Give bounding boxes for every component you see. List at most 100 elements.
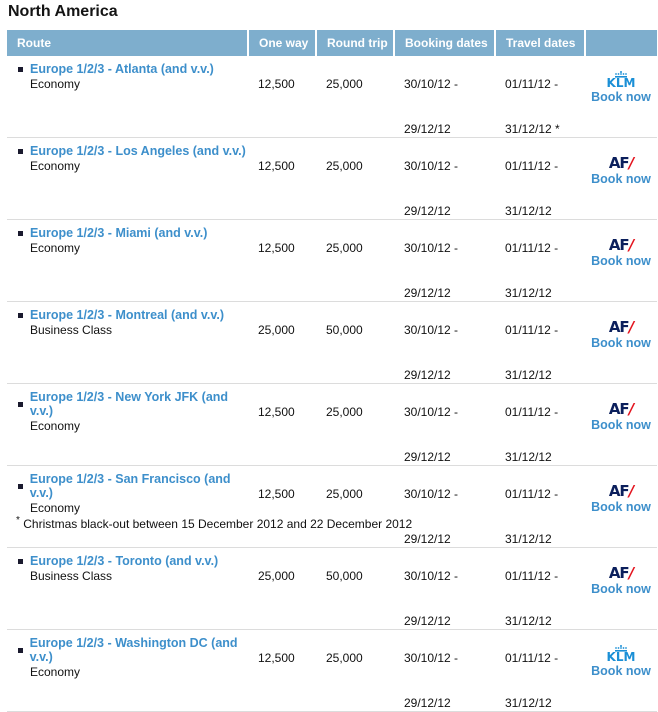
air-france-logo-icon: AF/: [585, 149, 657, 171]
booking-to: 29/12/12: [404, 122, 451, 136]
route-cell: Europe 1/2/3 - Montreal (and v.v.) Busin…: [7, 301, 248, 384]
route-cell: Europe 1/2/3 - Atlanta (and v.v.) Econom…: [7, 56, 248, 138]
booking-to: 29/12/12: [404, 368, 451, 382]
book-now-link[interactable]: Book now: [585, 500, 657, 514]
one-way-cell: 12,500: [248, 219, 316, 302]
header-round-trip: Round trip: [316, 30, 395, 56]
bullet-icon: [18, 483, 23, 489]
booking-to: 29/12/12: [404, 614, 451, 628]
book-cell: KLM Book now: [585, 56, 657, 138]
bullet-icon: [18, 558, 23, 564]
booking-from: 30/10/12 -: [404, 487, 459, 501]
air-france-logo-icon: AF/: [585, 313, 657, 335]
bullet-icon: [18, 647, 23, 653]
bullet-icon: [18, 148, 23, 154]
route-name: Europe 1/2/3 - Montreal (and v.v.): [30, 308, 225, 322]
header-route: Route: [7, 30, 249, 56]
book-now-link[interactable]: Book now: [585, 336, 657, 350]
route-link[interactable]: Europe 1/2/3 - Montreal (and v.v.): [15, 308, 248, 322]
book-now-link[interactable]: Book now: [585, 254, 657, 268]
travel-to: 31/12/12: [505, 696, 552, 710]
cabin-class: Business Class: [30, 569, 113, 583]
one-way-cell: 25,000: [248, 301, 316, 384]
table-row: Europe 1/2/3 - Miami (and v.v.) Economy …: [7, 219, 657, 302]
one-way-miles: 12,500: [258, 651, 295, 665]
klm-logo-text: KLM: [606, 650, 636, 664]
af-logo-slash: /: [628, 236, 635, 254]
route-cell: Europe 1/2/3 - New York JFK (and v.v.) E…: [7, 383, 248, 466]
route-link[interactable]: Europe 1/2/3 - Miami (and v.v.): [15, 226, 248, 240]
book-cell: AF/ Book now: [585, 383, 657, 466]
booking-dates-cell: 30/10/12 - 29/12/12: [394, 56, 495, 138]
page-title: North America: [8, 3, 118, 20]
travel-dates-cell: 01/11/12 - 31/12/12: [495, 629, 585, 712]
book-cell: AF/ Book now: [585, 137, 657, 220]
one-way-miles: 12,500: [258, 405, 295, 419]
bullet-icon: [18, 401, 23, 407]
route-cell: Europe 1/2/3 - Toronto (and v.v.) Busine…: [7, 547, 248, 630]
cabin-class: Economy: [30, 501, 81, 515]
air-france-logo-icon: AF/: [585, 231, 657, 253]
bullet-icon: [18, 66, 23, 72]
one-way-cell: 25,000: [248, 547, 316, 630]
route-link[interactable]: Europe 1/2/3 - San Francisco (and v.v.): [15, 472, 248, 500]
one-way-miles: 25,000: [258, 569, 295, 583]
booking-dates-cell: 30/10/12 - 29/12/12: [394, 629, 495, 712]
cabin-class: Economy: [30, 419, 81, 433]
route-name: Europe 1/2/3 - Miami (and v.v.): [30, 226, 208, 240]
route-link[interactable]: Europe 1/2/3 - Atlanta (and v.v.): [15, 62, 248, 76]
travel-to: 31/12/12: [505, 450, 552, 464]
round-trip-miles: 25,000: [326, 77, 363, 91]
af-logo-text: AF: [608, 564, 630, 582]
header-one-way: One way: [248, 30, 317, 56]
book-cell: AF/ Book now: [585, 465, 657, 548]
route-link[interactable]: Europe 1/2/3 - Washington DC (and v.v.): [15, 636, 248, 664]
travel-dates-cell: 01/11/12 - 31/12/12: [495, 301, 585, 384]
cabin-class: Economy: [30, 77, 81, 91]
booking-to: 29/12/12: [404, 450, 451, 464]
route-link[interactable]: Europe 1/2/3 - New York JFK (and v.v.): [15, 390, 248, 418]
round-trip-miles: 50,000: [326, 323, 363, 337]
route-name: Europe 1/2/3 - Los Angeles (and v.v.): [30, 144, 246, 158]
booking-dates-cell: 30/10/12 - 29/12/12: [394, 547, 495, 630]
footnote-marker: *: [16, 515, 20, 526]
travel-from: 01/11/12 -: [505, 405, 559, 419]
travel-from: 01/11/12 -: [505, 159, 559, 173]
book-now-link[interactable]: Book now: [585, 418, 657, 432]
header-travel-dates: Travel dates: [495, 30, 586, 56]
book-now-link[interactable]: Book now: [585, 664, 657, 678]
round-trip-miles: 25,000: [326, 651, 363, 665]
air-france-logo-icon: AF/: [585, 395, 657, 417]
route-link[interactable]: Europe 1/2/3 - Toronto (and v.v.): [15, 554, 248, 568]
af-logo-slash: /: [628, 564, 635, 582]
book-now-link[interactable]: Book now: [585, 582, 657, 596]
table-row: Europe 1/2/3 - Montreal (and v.v.) Busin…: [7, 301, 657, 384]
round-trip-cell: 25,000: [316, 219, 394, 302]
booking-from: 30/10/12 -: [404, 569, 459, 583]
round-trip-cell: 50,000: [316, 547, 394, 630]
cabin-class: Economy: [30, 241, 81, 255]
round-trip-miles: 25,000: [326, 159, 363, 173]
round-trip-cell: 25,000: [316, 137, 394, 220]
af-logo-slash: /: [628, 154, 635, 172]
route-cell: Europe 1/2/3 - Washington DC (and v.v.) …: [7, 629, 248, 712]
book-cell: KLM Book now: [585, 629, 657, 712]
route-link[interactable]: Europe 1/2/3 - Los Angeles (and v.v.): [15, 144, 248, 158]
travel-to: 31/12/12: [505, 368, 552, 382]
af-logo-slash: /: [628, 400, 635, 418]
booking-dates-cell: 30/10/12 - 29/12/12: [394, 219, 495, 302]
klm-logo-icon: KLM: [585, 641, 657, 663]
booking-from: 30/10/12 -: [404, 405, 459, 419]
book-now-link[interactable]: Book now: [585, 172, 657, 186]
table-row: Europe 1/2/3 - San Francisco (and v.v.) …: [7, 465, 657, 548]
book-now-link[interactable]: Book now: [585, 90, 657, 104]
route-name: Europe 1/2/3 - New York JFK (and v.v.): [29, 390, 229, 418]
af-logo-text: AF: [608, 318, 630, 336]
travel-from: 01/11/12 -: [505, 323, 559, 337]
travel-from: 01/11/12 -: [505, 77, 559, 91]
travel-from: 01/11/12 -: [505, 487, 559, 501]
af-logo-text: AF: [608, 400, 630, 418]
travel-to: 31/12/12: [505, 532, 552, 546]
travel-dates-cell: 01/11/12 - 31/12/12: [495, 219, 585, 302]
bullet-icon: [18, 230, 23, 236]
